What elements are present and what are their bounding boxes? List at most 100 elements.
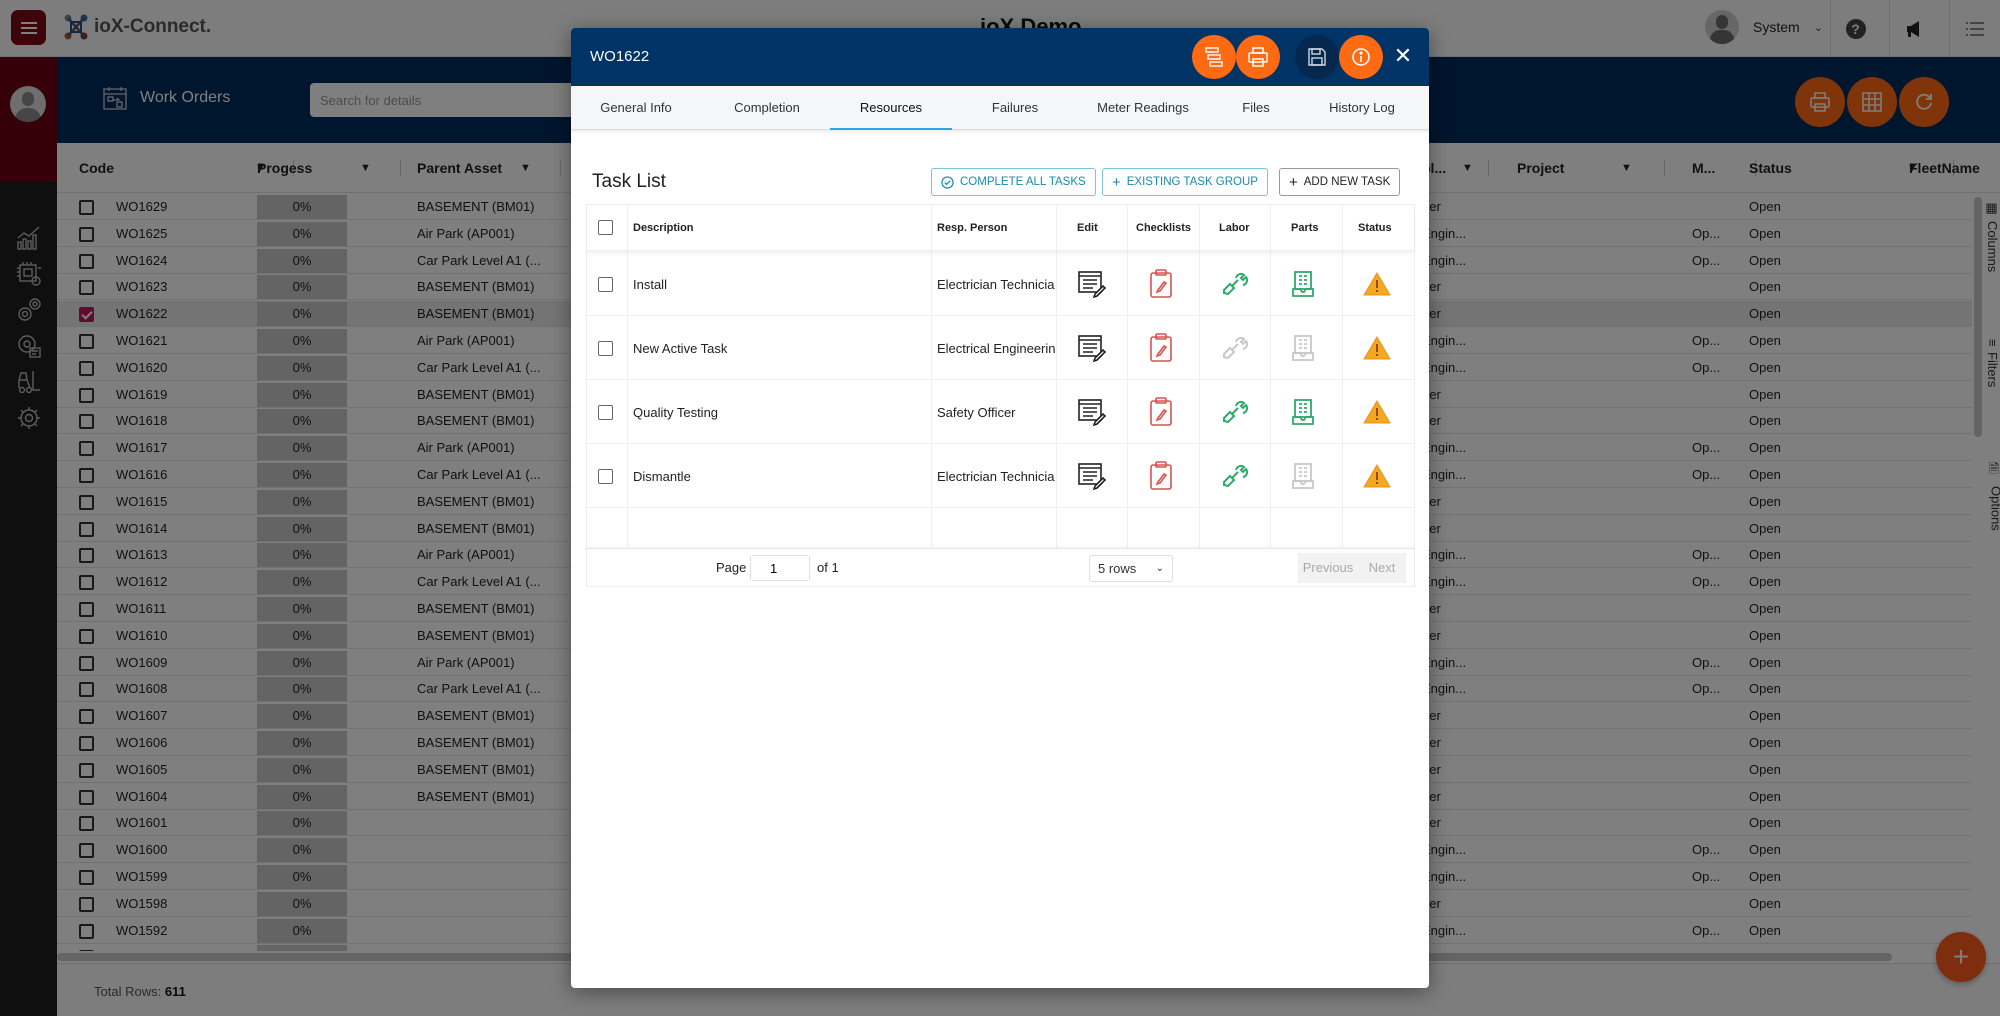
header-edit: Edit (1077, 222, 1098, 234)
task-description: Dismantle (633, 468, 691, 484)
task-status-warning (1363, 252, 1403, 316)
edit-list-icon (1078, 271, 1107, 299)
task-table: Description Resp. Person Edit Checklists… (586, 204, 1415, 587)
warning-icon (1363, 464, 1391, 488)
edit-list-icon (1078, 335, 1107, 363)
labor-button[interactable] (1220, 444, 1260, 508)
task-pagination: Page of 1 5 rows ⌄ Previous Next (587, 548, 1414, 586)
task-group-button[interactable] (1192, 35, 1236, 79)
info-icon (1352, 48, 1370, 66)
header-description[interactable]: Description (633, 205, 694, 251)
rows-per-page-select[interactable]: 5 rows ⌄ (1089, 555, 1173, 582)
task-table-header: Description Resp. Person Edit Checklists… (587, 205, 1414, 251)
parts-inbox-icon (1292, 271, 1314, 297)
page-number-input[interactable] (750, 555, 810, 581)
labor-button[interactable] (1220, 252, 1260, 316)
tab-files[interactable]: Files (1231, 86, 1281, 130)
clipboard-icon (1150, 333, 1172, 362)
task-row[interactable]: Dismantle Electrician Technician (587, 444, 1414, 508)
warning-icon (1363, 400, 1391, 424)
task-description: New Active Task (633, 340, 728, 356)
parts-button[interactable] (1292, 316, 1332, 380)
checklist-button[interactable] (1149, 252, 1189, 316)
checklist-button[interactable] (1149, 444, 1189, 508)
next-page-button[interactable]: Next (1358, 553, 1406, 583)
edit-task-button[interactable] (1077, 444, 1117, 508)
wrench-icon (1223, 272, 1248, 296)
edit-list-icon (1078, 463, 1107, 491)
task-checkbox[interactable] (598, 404, 613, 420)
close-button[interactable]: ✕ (1391, 44, 1415, 68)
task-checkbox-cell (598, 380, 628, 444)
header-labor: Labor (1219, 222, 1250, 234)
wrench-icon (1223, 336, 1248, 360)
dialog-title: WO1622 (590, 48, 650, 65)
parts-button[interactable] (1292, 380, 1332, 444)
warning-icon (1363, 272, 1391, 296)
select-all-checkbox-wrap (598, 220, 613, 235)
work-order-dialog: WO1622 ✕ General Info Completion Resourc… (571, 28, 1429, 988)
header-checklists: Checklists (1136, 222, 1192, 234)
tab-resources[interactable]: Resources (830, 86, 952, 130)
task-group-icon (1205, 47, 1223, 67)
task-description: Quality Testing (633, 404, 719, 420)
save-icon (1308, 48, 1326, 66)
task-status-warning (1363, 316, 1403, 380)
parts-inbox-icon (1292, 335, 1314, 361)
warning-icon (1363, 336, 1391, 360)
add-new-task-button[interactable]: + ADD NEW TASK (1279, 168, 1401, 196)
task-checkbox-cell (598, 252, 628, 316)
task-status-warning (1363, 444, 1403, 508)
parts-button[interactable] (1292, 444, 1332, 508)
task-status-warning (1363, 380, 1403, 444)
complete-all-tasks-button[interactable]: COMPLETE ALL TASKS (931, 168, 1096, 196)
checklist-button[interactable] (1149, 380, 1189, 444)
task-description: Install (633, 276, 667, 292)
tab-meter-readings[interactable]: Meter Readings (1073, 86, 1213, 130)
dialog-print-button[interactable] (1236, 35, 1280, 79)
header-parts: Parts (1291, 222, 1319, 234)
page-label: Page (716, 560, 747, 575)
tab-completion[interactable]: Completion (717, 86, 817, 130)
task-checkbox[interactable] (598, 276, 613, 292)
info-button[interactable] (1339, 35, 1383, 79)
task-resp-person: Electrician Technician (937, 468, 1055, 484)
button-label: EXISTING TASK GROUP (1126, 176, 1258, 188)
task-row[interactable]: New Active Task Electrical Engineering (587, 316, 1414, 380)
tab-history-log[interactable]: History Log (1312, 86, 1412, 130)
task-checkbox[interactable] (598, 340, 613, 356)
save-button[interactable] (1295, 35, 1339, 79)
task-resp-person: Electrician Technician (937, 276, 1055, 292)
header-resp-person[interactable]: Resp. Person (937, 205, 1007, 251)
button-label: COMPLETE ALL TASKS (960, 176, 1086, 188)
tab-failures[interactable]: Failures (965, 86, 1065, 130)
task-resp-person: Safety Officer (937, 404, 1016, 420)
task-row[interactable]: Install Electrician Technician (587, 252, 1414, 316)
clipboard-icon (1150, 269, 1172, 298)
wrench-icon (1223, 464, 1248, 488)
check-circle-icon (941, 175, 954, 189)
edit-task-button[interactable] (1077, 316, 1117, 380)
previous-page-button[interactable]: Previous (1298, 553, 1358, 583)
print-icon (1248, 47, 1268, 67)
tab-general-info[interactable]: General Info (586, 86, 686, 130)
select-all-checkbox[interactable] (598, 220, 613, 235)
task-checkbox[interactable] (598, 468, 613, 484)
labor-button[interactable] (1220, 316, 1260, 380)
labor-button[interactable] (1220, 380, 1260, 444)
task-row[interactable]: Quality Testing Safety Officer (587, 380, 1414, 444)
parts-inbox-icon (1292, 399, 1314, 425)
edit-task-button[interactable] (1077, 380, 1117, 444)
parts-button[interactable] (1292, 252, 1332, 316)
edit-task-button[interactable] (1077, 252, 1117, 316)
parts-inbox-icon (1292, 463, 1314, 489)
checklist-button[interactable] (1149, 316, 1189, 380)
button-label: ADD NEW TASK (1303, 176, 1391, 188)
page-total: of 1 (817, 560, 839, 575)
existing-task-group-button[interactable]: + EXISTING TASK GROUP (1102, 168, 1268, 196)
wrench-icon (1223, 400, 1248, 424)
dialog-header: WO1622 ✕ (571, 28, 1429, 86)
edit-list-icon (1078, 399, 1107, 427)
plus-icon: + (1289, 173, 1298, 191)
plus-icon: + (1112, 173, 1121, 191)
